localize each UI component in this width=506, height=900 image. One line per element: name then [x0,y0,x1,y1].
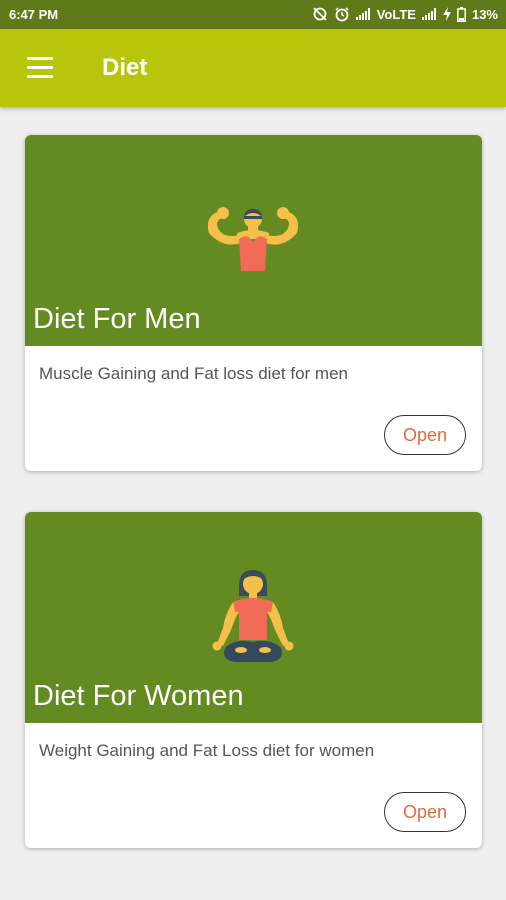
status-icons: VoLTE 13% [312,6,498,22]
hamburger-menu-icon[interactable] [27,57,53,79]
app-bar: Diet [0,29,506,107]
status-bar: 6:47 PM VoLTE 13% [0,0,506,29]
card-title: Diet For Men [33,303,201,335]
signal-icon [421,8,436,20]
battery-level: 13% [471,6,498,22]
diet-card-women[interactable]: Diet For Women Weight Gaining and Fat Lo… [25,512,482,848]
card-description: Weight Gaining and Fat Loss diet for wom… [39,741,375,760]
card-title: Diet For Women [33,680,244,712]
page-title: Diet [102,54,148,81]
status-time: 6:47 PM [9,7,59,22]
card-header-men: Diet For Men [25,135,482,346]
open-button[interactable]: Open [384,792,466,832]
bodybuilder-icon [207,207,299,271]
alarm-icon [335,7,349,22]
diet-card-men[interactable]: Diet For Men Muscle Gaining and Fat loss… [25,135,482,471]
card-description: Muscle Gaining and Fat loss diet for men [39,364,348,383]
signal-icon [355,8,370,20]
yoga-woman-icon [212,570,294,662]
open-button[interactable]: Open [384,415,466,455]
charging-icon [442,7,451,21]
card-header-women: Diet For Women [25,512,482,723]
sync-off-icon [313,7,327,21]
network-type: VoLTE [376,6,416,22]
battery-icon [457,6,466,22]
